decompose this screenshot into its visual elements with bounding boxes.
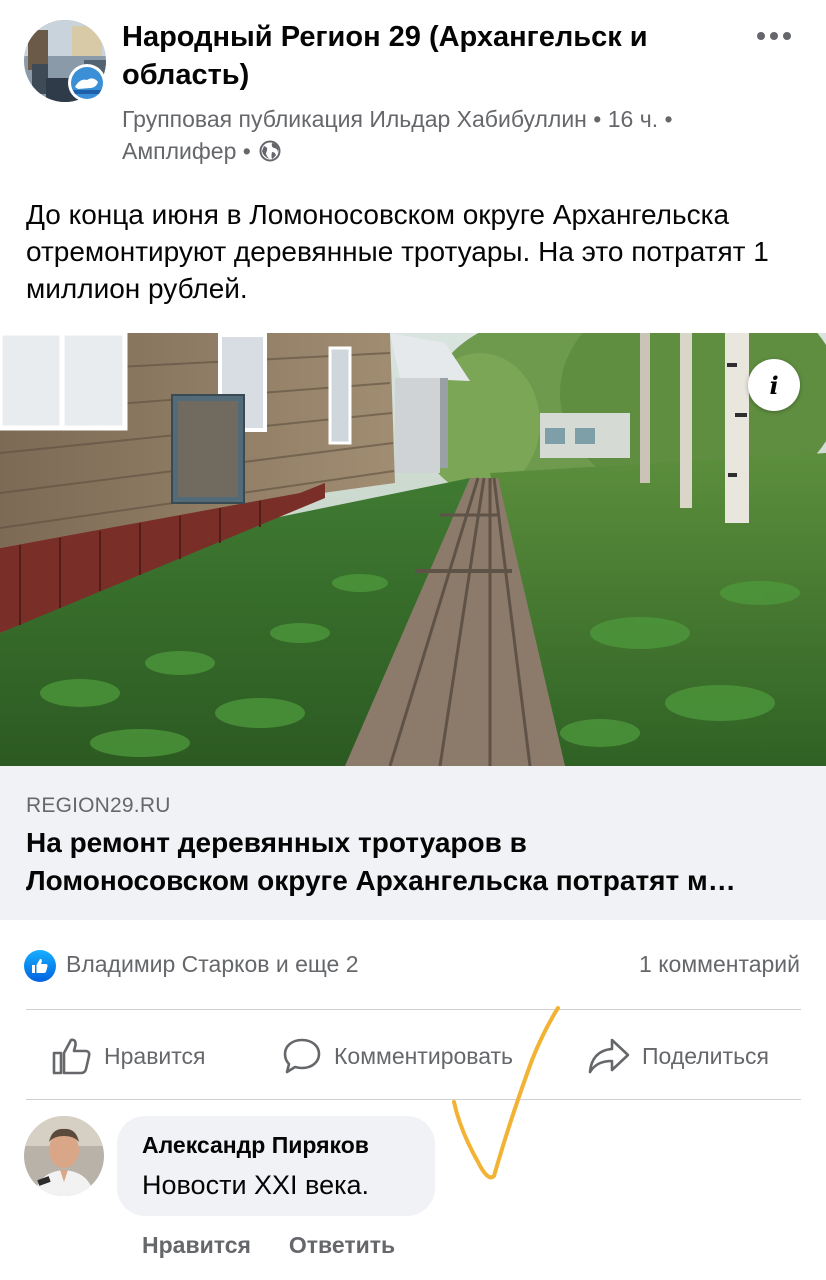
share-button[interactable]: Поделиться: [588, 1032, 769, 1080]
post-photo[interactable]: [0, 333, 826, 766]
divider: [26, 1099, 801, 1100]
meta-prefix: Групповая публикация: [122, 106, 363, 132]
link-title-line-1: На ремонт деревянных тротуаров в: [26, 827, 527, 858]
comment-like-button[interactable]: Нравится: [142, 1232, 251, 1258]
meta-separator: •: [236, 138, 258, 164]
link-title: На ремонт деревянных тротуаров в Ломонос…: [26, 824, 806, 900]
post-app[interactable]: Амплифер: [122, 138, 236, 164]
more-options-button[interactable]: [752, 14, 796, 58]
post-action-bar: Нравится Комментировать Поделиться: [0, 1010, 826, 1100]
post-time[interactable]: 16 ч.: [608, 106, 658, 132]
comment-label: Комментировать: [334, 1042, 514, 1069]
comment-text: Новости XXI века.: [142, 1170, 370, 1200]
like-reaction-icon[interactable]: [24, 950, 56, 982]
like-button[interactable]: Нравится: [52, 1032, 206, 1080]
post-meta: Групповая публикация Ильдар Хабибуллин •…: [122, 103, 732, 167]
like-label: Нравится: [104, 1042, 206, 1069]
commenter-name[interactable]: Александр Пиряков: [142, 1132, 369, 1159]
commenter-avatar[interactable]: [24, 1116, 104, 1196]
wooden-boardwalk-photo: [0, 333, 826, 766]
post-text: До конца июня в Ломоносовском округе Арх…: [26, 199, 769, 304]
comment-actions: Нравится Ответить: [142, 1232, 433, 1259]
reactions-summary: Владимир Старков и еще 2 1 комментарий: [24, 948, 800, 984]
comment-button[interactable]: Комментировать: [282, 1032, 513, 1080]
share-arrow-icon: [588, 1038, 630, 1074]
group-avatar[interactable]: [24, 20, 106, 102]
comment-bubble[interactable]: Александр Пиряков Новости XXI века.: [117, 1116, 435, 1216]
meta-separator: •: [586, 106, 608, 132]
post-author[interactable]: Ильдар Хабибуллин: [369, 106, 587, 132]
thumbs-up-icon: [52, 1038, 91, 1075]
link-preview[interactable]: REGION29.RU На ремонт деревянных тротуар…: [0, 766, 826, 920]
post-header: Народный Регион 29 (Архангельск и област…: [0, 0, 826, 175]
photo-info-button[interactable]: i: [748, 359, 800, 411]
comments-count[interactable]: 1 комментарий: [639, 951, 800, 978]
comment-bubble-icon: [283, 1038, 321, 1074]
share-label: Поделиться: [642, 1042, 770, 1069]
group-name[interactable]: Народный Регион 29 (Архангельск и област…: [122, 18, 722, 94]
link-title-line-2: Ломоносовском округе Архангельска потрат…: [26, 865, 736, 896]
globe-icon: [259, 140, 281, 162]
reactors-text[interactable]: Владимир Старков и еще 2: [66, 951, 359, 978]
meta-separator: •: [658, 106, 673, 132]
link-domain: REGION29.RU: [26, 794, 171, 817]
comment-reply-button[interactable]: Ответить: [289, 1232, 395, 1258]
more-horizontal-icon: [757, 32, 791, 40]
